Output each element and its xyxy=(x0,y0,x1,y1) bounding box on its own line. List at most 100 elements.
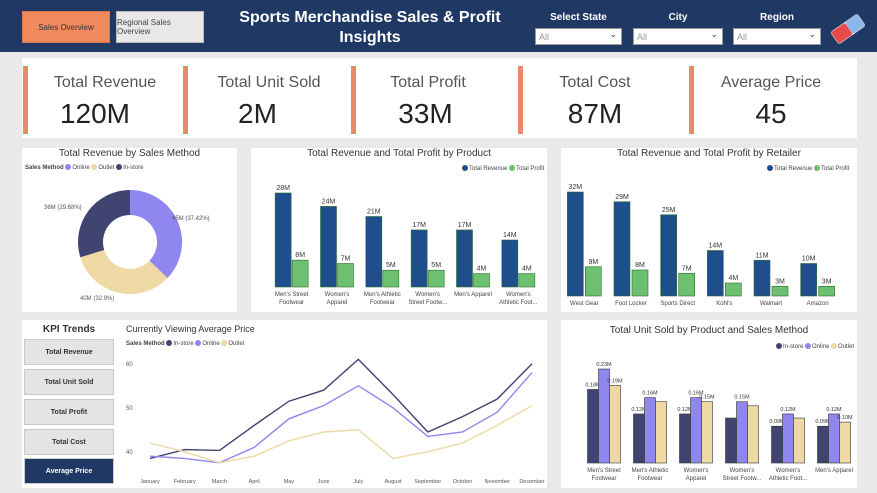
bar-outlet xyxy=(701,401,713,464)
x-axis-tick-label: July xyxy=(353,479,363,485)
bar-data-label: 4M xyxy=(522,266,532,273)
kpi-total-cost-value: 87M xyxy=(567,98,623,129)
bar-data-label: 9M xyxy=(588,259,598,266)
units-grouped-bar-chart: 0.18M0.23M0.19MMen's StreetFootwear0.12M… xyxy=(585,362,853,482)
x-axis-tick-label: Women's xyxy=(506,292,531,298)
kpi-trend-total-unit-sold-button[interactable]: Total Unit Sold xyxy=(24,369,114,395)
x-axis-tick-label: August xyxy=(385,479,403,485)
bar-data-label: 0.12M xyxy=(826,407,842,413)
legend-swatch xyxy=(462,165,468,171)
kpi-trend-total-revenue-button[interactable]: Total Revenue xyxy=(24,339,114,365)
bar-total-profit xyxy=(585,266,602,297)
legend-item-instore: In-store xyxy=(783,344,804,350)
x-axis-tick-label: Footwear xyxy=(370,300,395,306)
sales-overview-button[interactable]: Sales Overview xyxy=(22,11,110,43)
kpi-average-price-value: 45 xyxy=(755,98,787,129)
kpi-accent-bar xyxy=(23,66,28,134)
bar-online xyxy=(690,397,702,464)
bar-data-label: 3M xyxy=(775,278,785,285)
bar-data-label: 0.16M xyxy=(642,391,658,397)
bar-data-label: 0.19M xyxy=(607,378,623,384)
bar-in-store xyxy=(633,413,645,464)
bar-in-store xyxy=(817,425,829,464)
bar-total-revenue xyxy=(456,229,473,288)
legend-swatch xyxy=(116,164,123,170)
legend-swatch xyxy=(831,343,838,349)
x-axis-tick-label: Women's xyxy=(325,292,350,298)
legend-swatch xyxy=(814,165,821,171)
bar-data-label: 24M xyxy=(322,198,336,205)
bar-data-label: 0.12M xyxy=(780,407,796,413)
bar-outlet xyxy=(655,401,667,464)
x-axis-tick-label: November xyxy=(485,479,511,485)
bar-in-store xyxy=(725,417,737,464)
kpi-accent-bar xyxy=(689,66,694,134)
x-axis-tick-label: Women's xyxy=(776,468,801,474)
x-axis-tick-label: Apparel xyxy=(327,300,348,306)
legend-item-outlet: Outlet xyxy=(838,344,855,350)
kpi-trend-total-cost-button[interactable]: Total Cost xyxy=(24,429,114,455)
clear-filters-eraser-icon[interactable] xyxy=(828,12,868,46)
kpi-trend-total-profit-button[interactable]: Total Profit xyxy=(24,399,114,425)
y-axis-tick-label: 40 xyxy=(126,450,133,456)
x-axis-tick-label: West Gear xyxy=(570,301,599,307)
bar-total-profit xyxy=(725,282,742,297)
kpi-trends-title: KPI Trends xyxy=(42,324,96,335)
bar-data-label: 14M xyxy=(503,232,517,239)
bar-data-label: 3M xyxy=(822,278,832,285)
x-axis-tick-label: Men's Street xyxy=(275,292,309,298)
bar-data-label: 21M xyxy=(367,209,381,216)
bar-in-store xyxy=(771,425,783,464)
donut-slice-in-store xyxy=(78,190,130,258)
x-axis-tick-label: Street Footw... xyxy=(408,300,447,306)
city-filter-label: City xyxy=(668,12,688,23)
bar-total-revenue xyxy=(274,192,292,288)
bar-data-label: 29M xyxy=(615,194,629,201)
legend-swatch xyxy=(776,343,782,349)
x-axis-tick-label: Men's Athletic xyxy=(632,468,669,474)
line-series-online xyxy=(149,372,533,464)
line-chart-title: Currently Viewing Average Price xyxy=(126,324,255,334)
bar-total-revenue xyxy=(501,239,519,288)
line-series-in-store xyxy=(149,358,533,460)
donut-data-label: 40M (32.9%) xyxy=(80,296,114,302)
kpi-accent-bar xyxy=(183,66,188,134)
city-filter-value: All xyxy=(637,31,648,42)
legend-item-revenue: Total Revenue xyxy=(469,166,508,172)
legend-item-instore: In-store xyxy=(123,165,144,171)
kpi-trend-average-price-button[interactable]: Average Price xyxy=(24,458,114,484)
page-title: Sports Merchandise Sales & Profit Insigh… xyxy=(239,9,501,46)
legend-swatch xyxy=(805,343,812,349)
regional-sales-overview-button[interactable]: Regional Sales Overview xyxy=(116,11,204,43)
bar-data-label: 17M xyxy=(412,222,426,229)
city-filter-select[interactable]: All ⌄ xyxy=(633,28,723,45)
bar-data-label: 0.15M xyxy=(699,395,715,401)
line-series-outlet xyxy=(149,404,533,464)
bar-data-label: 4M xyxy=(728,275,738,282)
region-filter-value: All xyxy=(737,31,748,42)
x-axis-tick-label: December xyxy=(519,479,545,485)
kpi-total-units-label: Total Unit Sold xyxy=(217,74,321,91)
bar-data-label: 14M xyxy=(709,243,723,250)
x-axis-tick-label: Footwear xyxy=(637,476,662,482)
state-filter-select[interactable]: All ⌄ xyxy=(535,28,622,45)
bar-in-store xyxy=(679,413,691,464)
bar-data-label: 28M xyxy=(276,185,290,192)
bar-online xyxy=(782,413,794,464)
bar-total-revenue xyxy=(320,206,337,288)
bar-data-label: 7M xyxy=(682,265,692,272)
region-filter-select[interactable]: All ⌄ xyxy=(733,28,821,45)
bar-data-label: 7M xyxy=(341,256,351,263)
kpi-accent-bar xyxy=(518,66,523,134)
bar-data-label: 4M xyxy=(477,266,487,273)
bar-total-profit xyxy=(631,269,649,297)
retailer-chart-title: Total Revenue and Total Profit by Retail… xyxy=(617,148,801,159)
bar-total-revenue xyxy=(365,216,383,288)
legend-swatch xyxy=(509,165,516,171)
state-filter-value: All xyxy=(539,31,550,42)
product-chart-legend: Total Revenue Total Profit xyxy=(462,165,544,172)
x-axis-tick-label: Kohl's xyxy=(716,301,732,307)
x-axis-tick-label: September xyxy=(414,479,441,485)
x-axis-tick-label: Men's Apparel xyxy=(454,292,492,298)
legend-item-outlet: Outlet xyxy=(98,165,115,171)
